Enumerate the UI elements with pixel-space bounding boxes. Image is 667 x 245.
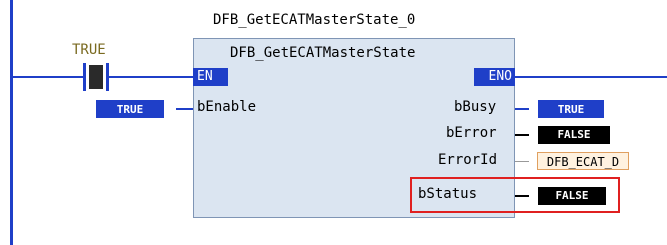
benable-wire <box>176 108 193 110</box>
errorid-value-tag[interactable]: DFB_ECAT_D <box>537 152 629 170</box>
left-power-rail <box>10 0 13 245</box>
berror-value-tag[interactable]: FALSE <box>538 126 610 144</box>
fb-type-name: DFB_GetECATMasterState <box>230 45 416 61</box>
benable-value-tag[interactable]: TRUE <box>96 100 164 118</box>
berror-pin-label: bError <box>446 125 497 141</box>
benable-pin-label: bEnable <box>197 99 257 115</box>
bstatus-highlight-box <box>410 177 620 213</box>
errorid-wire <box>515 161 529 162</box>
bbusy-wire <box>515 108 529 110</box>
normally-open-contact[interactable] <box>83 63 109 91</box>
en-pin[interactable]: EN <box>193 68 228 86</box>
errorid-pin-label: ErrorId <box>438 152 498 168</box>
contact-label: TRUE <box>72 42 106 58</box>
bbusy-value-tag[interactable]: TRUE <box>538 100 604 118</box>
bbusy-pin-label: bBusy <box>454 99 497 115</box>
rung-wire-to-en <box>109 76 193 78</box>
berror-wire <box>515 134 529 136</box>
eno-pin[interactable]: ENO <box>474 68 515 86</box>
fb-instance-name[interactable]: DFB_GetECATMasterState_0 <box>213 12 415 28</box>
eno-output-wire <box>515 76 667 78</box>
rung-wire-left <box>13 76 83 78</box>
